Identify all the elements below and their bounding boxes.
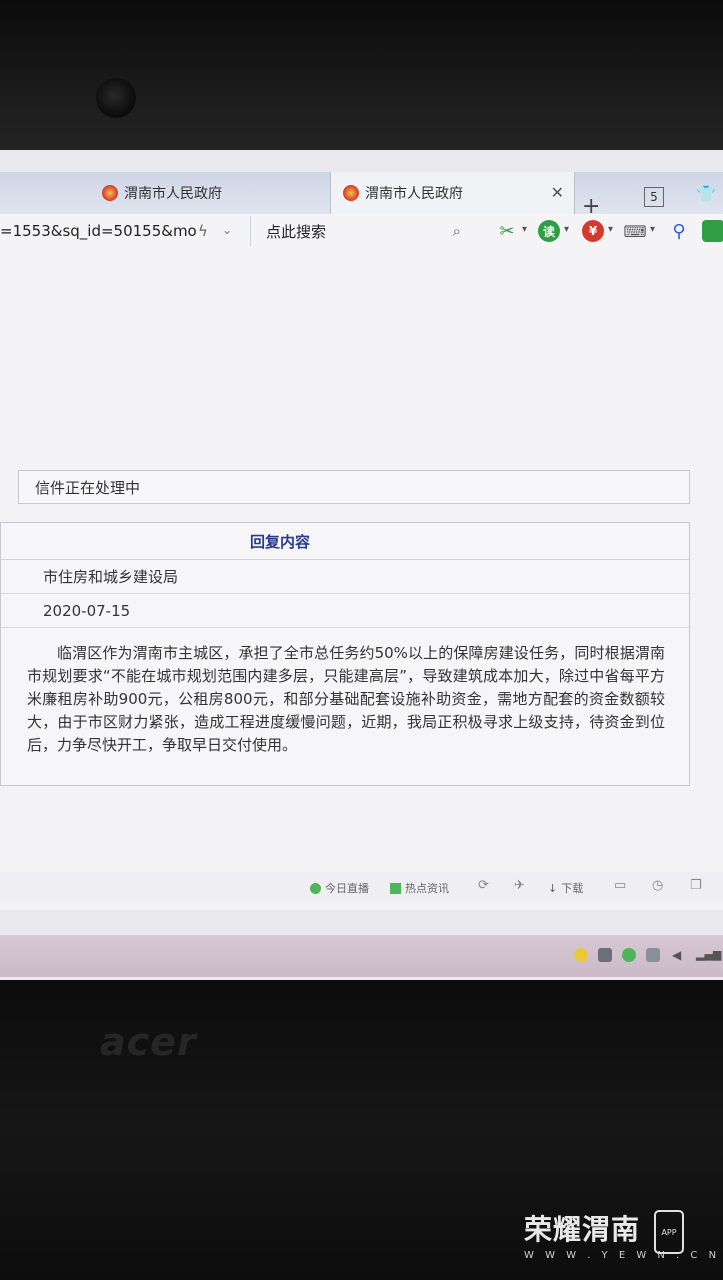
chevron-down-icon[interactable]: ▾ (650, 224, 655, 235)
refresh-icon[interactable]: ⟳ (478, 878, 489, 893)
webcam (96, 78, 136, 118)
window-icon[interactable]: ▭ (614, 878, 626, 893)
acer-logo: acer (100, 1020, 197, 1064)
status-text: 信件正在处理中 (35, 478, 141, 497)
lightning-icon[interactable]: ϟ (198, 222, 208, 240)
network-icon[interactable]: ▂▄▆ (696, 948, 721, 962)
laptop-bezel-top (0, 0, 723, 175)
tab-inactive[interactable]: 渭南市人民政府 (102, 172, 322, 214)
chevron-down-icon[interactable]: ⌄ (222, 223, 232, 237)
shield-icon[interactable]: ¥ (582, 220, 604, 242)
tray-window-icon[interactable] (598, 948, 612, 962)
watermark-title: 荣耀渭南 (524, 1213, 641, 1246)
chevron-down-icon[interactable]: ▾ (608, 224, 613, 235)
search-input[interactable]: 点此搜索 ⌕ (250, 216, 471, 246)
scissors-icon[interactable]: ✂ (496, 220, 518, 242)
search-placeholder: 点此搜索 (266, 222, 327, 241)
reply-department-row: 市住房和城乡建设局 (1, 560, 689, 594)
news-label: 热点资讯 (405, 882, 449, 895)
reply-header: 回复内容 (1, 523, 689, 560)
reply-panel: 回复内容 市住房和城乡建设局 2020-07-15 临渭区作为渭南市主城区，承担… (0, 522, 690, 786)
tray-green-icon[interactable] (622, 948, 636, 962)
gov-emblem-icon (102, 185, 118, 201)
chevron-down-icon[interactable]: ▾ (522, 224, 527, 235)
search-icon[interactable]: ⌕ (453, 222, 461, 240)
status-box: 信件正在处理中 (18, 470, 690, 504)
pin-icon[interactable]: ✈ (514, 878, 525, 893)
clock-icon[interactable]: ◷ (652, 878, 663, 893)
browser-status-bar: 今日直播 热点资讯 ⟳ ✈ ↓ 下载 ▭ ◷ ❐ (0, 872, 723, 902)
windows-taskbar: ◀ ▂▄▆ (0, 935, 723, 977)
reply-date-row: 2020-07-15 (1, 594, 689, 628)
tab-count-badge[interactable]: 5 (644, 187, 664, 207)
laptop-bezel-bottom: acer 荣耀渭南 W W W . Y E W N . C N APP (0, 980, 723, 1280)
download-icon: ↓ (548, 881, 558, 895)
play-icon (310, 882, 321, 894)
volume-icon[interactable]: ◀ (672, 948, 686, 962)
tab-active[interactable]: 渭南市人民政府 ✕ (330, 172, 575, 214)
gamepad-icon[interactable]: ⌨ (623, 220, 646, 242)
close-icon[interactable]: ✕ (551, 183, 564, 202)
tab-title: 渭南市人民政府 (124, 186, 222, 202)
restore-icon[interactable]: ❐ (690, 878, 702, 893)
address-bar: =1553&sq_id=50155&mo ϟ ⌄ 点此搜索 ⌕ ✂ ▾ 读 ▾ … (0, 214, 723, 251)
skin-icon[interactable]: 👕 (696, 184, 716, 203)
extension-icon[interactable] (702, 220, 723, 242)
url-field[interactable]: =1553&sq_id=50155&mo (0, 222, 197, 240)
download-link[interactable]: ↓ 下载 (548, 880, 583, 896)
green-circle-icon[interactable]: 读 (538, 220, 560, 242)
tray-battery-icon[interactable] (646, 948, 660, 962)
reply-body: 临渭区作为渭南市主城区，承担了全市总任务约50%以上的保障房建设任务，同时根据渭… (27, 644, 665, 754)
reply-date: 2020-07-15 (43, 601, 131, 620)
browser-tab-bar: 渭南市人民政府 渭南市人民政府 ✕ + 5 👕 (0, 172, 723, 219)
reply-title: 回复内容 (249, 532, 310, 551)
news-icon (390, 882, 401, 894)
live-link[interactable]: 今日直播 (310, 880, 369, 896)
page-content: 信件正在处理中 回复内容 市住房和城乡建设局 2020-07-15 临渭区作为渭… (0, 250, 723, 910)
magnifier-icon[interactable]: ⚲ (668, 220, 690, 242)
tray-app-icon[interactable] (574, 948, 588, 962)
gov-emblem-icon (343, 185, 359, 201)
reply-department: 市住房和城乡建设局 (43, 568, 179, 586)
tab-title: 渭南市人民政府 (365, 186, 463, 202)
download-label: 下载 (561, 882, 584, 895)
watermark: 荣耀渭南 W W W . Y E W N . C N APP (524, 1208, 720, 1261)
chevron-down-icon[interactable]: ▾ (564, 224, 569, 235)
laptop-screen: 渭南市人民政府 渭南市人民政府 ✕ + 5 👕 =1553&sq_id=5015… (0, 150, 723, 980)
watermark-url: W W W . Y E W N . C N (524, 1250, 721, 1261)
live-label: 今日直播 (325, 882, 369, 895)
watermark-app-badge: APP (654, 1210, 684, 1254)
news-link[interactable]: 热点资讯 (390, 880, 449, 896)
